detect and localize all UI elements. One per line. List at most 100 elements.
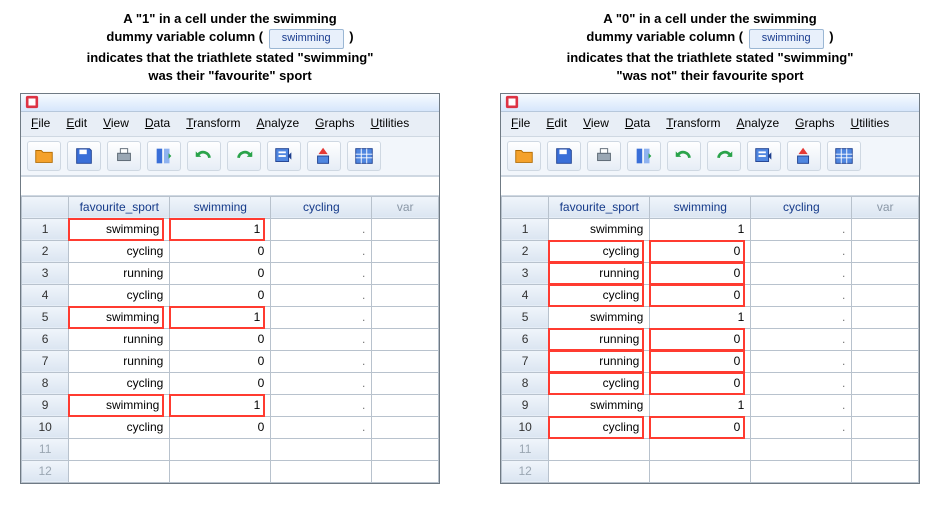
menu-file[interactable]: File xyxy=(511,116,530,130)
col-header-swimming[interactable]: swimming xyxy=(650,196,751,218)
row-number[interactable]: 10 xyxy=(502,416,549,438)
menu-analyze[interactable]: Analyze xyxy=(736,116,779,130)
cell-cycling[interactable]: . xyxy=(751,284,852,306)
row-number[interactable]: 11 xyxy=(22,438,69,460)
col-header-favourite_sport[interactable]: favourite_sport xyxy=(69,196,170,218)
cell-cycling[interactable]: . xyxy=(751,218,852,240)
cell-cycling[interactable]: . xyxy=(751,394,852,416)
cell-swimming[interactable]: 1 xyxy=(170,394,271,416)
empty-cell[interactable] xyxy=(372,438,439,460)
cell-favourite-sport[interactable]: swimming xyxy=(69,218,170,240)
cell-var[interactable] xyxy=(852,284,919,306)
empty-cell[interactable] xyxy=(852,438,919,460)
row-number[interactable]: 4 xyxy=(502,284,549,306)
menu-graphs[interactable]: Graphs xyxy=(795,116,834,130)
open-button[interactable] xyxy=(27,141,61,171)
cell-favourite-sport[interactable]: cycling xyxy=(69,240,170,262)
cell-cycling[interactable]: . xyxy=(271,394,372,416)
cell-swimming[interactable]: 1 xyxy=(170,306,271,328)
row-number[interactable]: 5 xyxy=(502,306,549,328)
cell-cycling[interactable]: . xyxy=(751,262,852,284)
cell-swimming[interactable]: 0 xyxy=(650,328,751,350)
cell-favourite-sport[interactable]: cycling xyxy=(69,372,170,394)
cell-var[interactable] xyxy=(852,328,919,350)
cell-swimming[interactable]: 1 xyxy=(650,306,751,328)
formula-bar[interactable] xyxy=(501,176,919,196)
cell-swimming[interactable]: 0 xyxy=(170,416,271,438)
cell-swimming[interactable]: 1 xyxy=(170,218,271,240)
cell-cycling[interactable]: . xyxy=(271,416,372,438)
empty-cell[interactable] xyxy=(170,460,271,482)
menu-file[interactable]: File xyxy=(31,116,50,130)
cell-var[interactable] xyxy=(372,394,439,416)
cell-swimming[interactable]: 0 xyxy=(170,240,271,262)
menu-transform[interactable]: Transform xyxy=(666,116,720,130)
undo-button[interactable] xyxy=(667,141,701,171)
row-number[interactable]: 1 xyxy=(22,218,69,240)
row-number[interactable]: 6 xyxy=(502,328,549,350)
cell-cycling[interactable]: . xyxy=(271,284,372,306)
cell-cycling[interactable]: . xyxy=(271,372,372,394)
cell-favourite-sport[interactable]: swimming xyxy=(549,218,650,240)
cell-favourite-sport[interactable]: running xyxy=(549,262,650,284)
import-button[interactable] xyxy=(747,141,781,171)
cell-var[interactable] xyxy=(372,350,439,372)
empty-cell[interactable] xyxy=(549,438,650,460)
row-number[interactable]: 4 xyxy=(22,284,69,306)
menu-view[interactable]: View xyxy=(583,116,609,130)
col-header-var[interactable]: var xyxy=(852,196,919,218)
cell-swimming[interactable]: 1 xyxy=(650,218,751,240)
menu-view[interactable]: View xyxy=(103,116,129,130)
table-button[interactable] xyxy=(347,141,381,171)
cell-favourite-sport[interactable]: swimming xyxy=(549,394,650,416)
cell-cycling[interactable]: . xyxy=(751,240,852,262)
cell-favourite-sport[interactable]: swimming xyxy=(69,394,170,416)
cell-var[interactable] xyxy=(372,284,439,306)
cell-favourite-sport[interactable]: cycling xyxy=(549,240,650,262)
row-number[interactable]: 12 xyxy=(502,460,549,482)
cell-favourite-sport[interactable]: running xyxy=(549,350,650,372)
row-number[interactable]: 5 xyxy=(22,306,69,328)
cell-cycling[interactable]: . xyxy=(271,218,372,240)
cell-cycling[interactable]: . xyxy=(751,328,852,350)
row-number[interactable]: 8 xyxy=(502,372,549,394)
cell-cycling[interactable]: . xyxy=(271,306,372,328)
cell-favourite-sport[interactable]: cycling xyxy=(69,416,170,438)
menu-utilities[interactable]: Utilities xyxy=(371,116,410,130)
row-number[interactable]: 9 xyxy=(22,394,69,416)
cell-cycling[interactable]: . xyxy=(271,240,372,262)
cell-var[interactable] xyxy=(852,240,919,262)
empty-cell[interactable] xyxy=(170,438,271,460)
menu-data[interactable]: Data xyxy=(625,116,650,130)
menu-analyze[interactable]: Analyze xyxy=(256,116,299,130)
cell-cycling[interactable]: . xyxy=(271,328,372,350)
cell-var[interactable] xyxy=(372,416,439,438)
col-header-swimming[interactable]: swimming xyxy=(170,196,271,218)
cell-favourite-sport[interactable]: running xyxy=(69,350,170,372)
sort-button[interactable] xyxy=(307,141,341,171)
cell-swimming[interactable]: 0 xyxy=(650,416,751,438)
columns-button[interactable] xyxy=(627,141,661,171)
table-button[interactable] xyxy=(827,141,861,171)
menu-graphs[interactable]: Graphs xyxy=(315,116,354,130)
col-header-cycling[interactable]: cycling xyxy=(751,196,852,218)
cell-cycling[interactable]: . xyxy=(751,372,852,394)
empty-cell[interactable] xyxy=(69,460,170,482)
redo-button[interactable] xyxy=(707,141,741,171)
cell-var[interactable] xyxy=(852,394,919,416)
corner-header[interactable] xyxy=(22,196,69,218)
cell-swimming[interactable]: 0 xyxy=(650,284,751,306)
row-number[interactable]: 12 xyxy=(22,460,69,482)
row-number[interactable]: 8 xyxy=(22,372,69,394)
cell-var[interactable] xyxy=(852,218,919,240)
cell-swimming[interactable]: 0 xyxy=(650,262,751,284)
row-number[interactable]: 10 xyxy=(22,416,69,438)
empty-cell[interactable] xyxy=(69,438,170,460)
empty-cell[interactable] xyxy=(650,460,751,482)
empty-cell[interactable] xyxy=(372,460,439,482)
row-number[interactable]: 1 xyxy=(502,218,549,240)
cell-var[interactable] xyxy=(852,262,919,284)
col-header-favourite_sport[interactable]: favourite_sport xyxy=(549,196,650,218)
open-button[interactable] xyxy=(507,141,541,171)
cell-favourite-sport[interactable]: swimming xyxy=(69,306,170,328)
